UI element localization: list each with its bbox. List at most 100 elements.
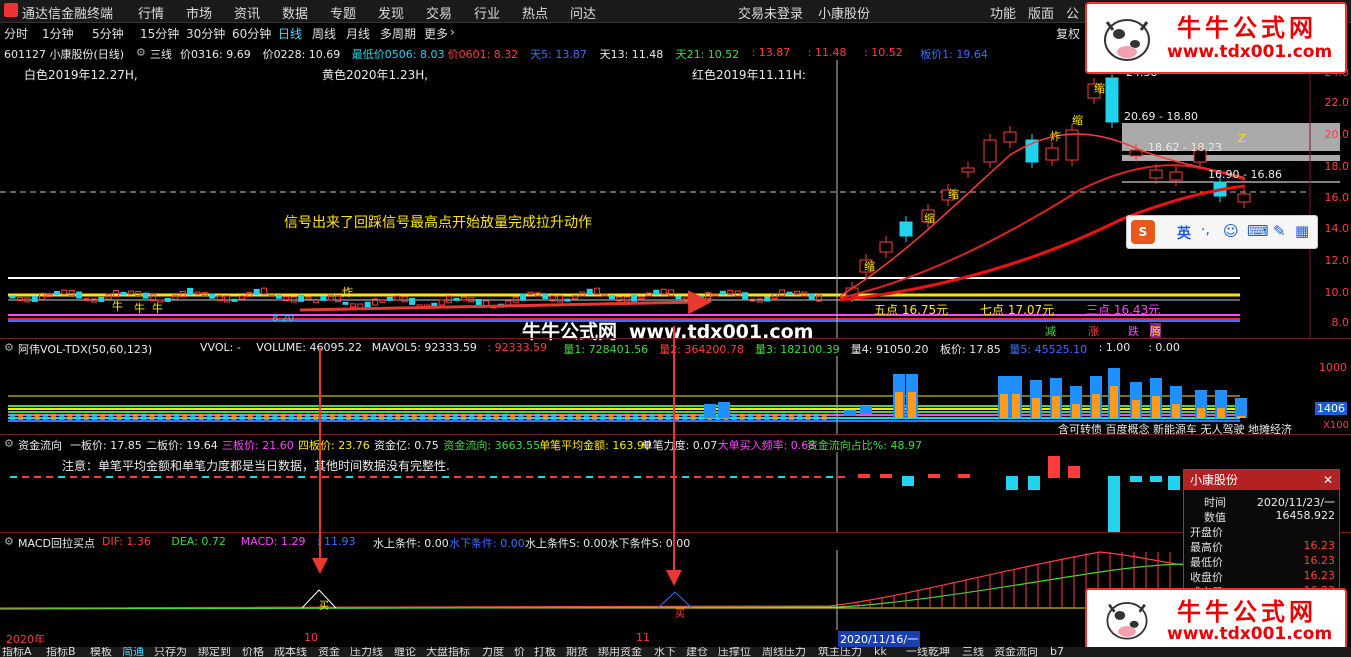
- grid-icon[interactable]: ▦: [1295, 222, 1309, 240]
- bottom-tab[interactable]: 只存为: [154, 647, 187, 657]
- menu-shuju[interactable]: 数据: [282, 3, 308, 22]
- volume-bar: [789, 414, 794, 420]
- bottom-tab[interactable]: 简通: [122, 647, 144, 657]
- volume-bar: [280, 414, 286, 420]
- bottom-tab[interactable]: 期货: [566, 647, 588, 657]
- flow-settings-icon[interactable]: ⚙: [4, 437, 14, 450]
- period-60min[interactable]: 60分钟: [232, 25, 271, 42]
- vol-name[interactable]: 阿伟VOL-TDX(50,60,123): [18, 341, 152, 357]
- period-monthly[interactable]: 月线: [346, 25, 370, 42]
- candle: [961, 167, 975, 173]
- bottom-tab[interactable]: 资金流向: [994, 647, 1038, 657]
- trade-status[interactable]: 交易未登录: [738, 3, 803, 22]
- flow-bar: [310, 476, 317, 478]
- volume-bar: [592, 414, 598, 420]
- volume-bar: [18, 414, 24, 420]
- flow-bar: [1168, 476, 1180, 490]
- ime-punct[interactable]: ·,: [1201, 222, 1210, 238]
- emoji-icon[interactable]: ☺: [1223, 222, 1239, 240]
- bottom-tab[interactable]: 水下: [654, 647, 676, 657]
- bottom-tab[interactable]: 压力线: [350, 647, 383, 657]
- info-panel-stock: 小康股份: [1190, 473, 1239, 487]
- menu-zhuanti[interactable]: 专题: [330, 3, 356, 22]
- sogou-logo-icon[interactable]: S: [1131, 220, 1155, 244]
- bottom-tab[interactable]: 筑主压力: [818, 647, 862, 657]
- menu-zixun[interactable]: 资讯: [234, 3, 260, 22]
- bottom-tab[interactable]: b7: [1050, 647, 1064, 657]
- seven-point-label: 七点 17.07元: [980, 303, 1055, 317]
- pen-icon[interactable]: ✎: [1273, 222, 1286, 240]
- cow-mascot-icon: [1104, 19, 1150, 61]
- info-row-value: 2020/11/23/一: [1256, 496, 1335, 509]
- menu-wenda[interactable]: 问达: [570, 3, 596, 22]
- bottom-tab[interactable]: 指标A: [2, 647, 32, 657]
- candle: [631, 294, 638, 302]
- bottom-tab[interactable]: 压撑位: [718, 647, 751, 657]
- macd-settings-icon[interactable]: ⚙: [4, 535, 14, 548]
- macd-name[interactable]: MACD回拉买点: [18, 535, 95, 551]
- bottom-tab[interactable]: 指标B: [46, 647, 76, 657]
- candle: [899, 221, 913, 237]
- bottom-tab[interactable]: 周线压力: [762, 647, 806, 657]
- menu-gongneng[interactable]: 功能: [990, 3, 1016, 22]
- bottom-tab[interactable]: 绑定到: [198, 647, 231, 657]
- flow-bar: [166, 476, 173, 478]
- bottom-tab[interactable]: 缠论: [394, 647, 416, 657]
- period-fenshi[interactable]: 分时: [4, 25, 28, 42]
- flow-bar: [322, 476, 329, 478]
- period-5min[interactable]: 5分钟: [92, 25, 124, 42]
- keyboard-icon[interactable]: ⌨: [1247, 222, 1269, 240]
- ime-lang[interactable]: 英: [1177, 223, 1191, 243]
- more-chevron-icon[interactable]: ›: [450, 25, 455, 39]
- flow-chart[interactable]: [0, 452, 1351, 532]
- volume-bar: [190, 414, 196, 420]
- menu-hangqing[interactable]: 行情: [138, 3, 164, 22]
- period-30min[interactable]: 30分钟: [186, 25, 225, 42]
- fuquan-button[interactable]: 复权: [1056, 25, 1080, 42]
- dif-line: [0, 551, 1191, 609]
- volume-bar: [436, 414, 442, 420]
- flow-bar: [430, 476, 437, 478]
- bottom-tab[interactable]: 价: [514, 647, 525, 657]
- bottom-tab[interactable]: 一线乾坤: [906, 647, 950, 657]
- flow-bar: [802, 476, 809, 478]
- bottom-tab[interactable]: 三线: [962, 647, 984, 657]
- flow-name[interactable]: 资金流向: [18, 437, 62, 453]
- info-panel-title[interactable]: 小康股份 ✕: [1184, 470, 1339, 490]
- bottom-tab[interactable]: 建仓: [686, 647, 708, 657]
- bottom-tab[interactable]: 模板: [90, 647, 112, 657]
- menu-banmian[interactable]: 版面: [1028, 3, 1054, 22]
- menu-shichang[interactable]: 市场: [186, 3, 212, 22]
- period-daily[interactable]: 日线: [278, 25, 302, 42]
- period-multi[interactable]: 多周期: [380, 25, 416, 42]
- menu-gong[interactable]: 公: [1066, 3, 1079, 22]
- volume-bar: [1172, 404, 1180, 418]
- bottom-tab[interactable]: kk: [874, 647, 887, 657]
- menu-hangye[interactable]: 行业: [474, 3, 500, 22]
- logo-name: 牛牛公式网: [1177, 14, 1317, 42]
- ime-toolbar[interactable]: S 英 ·, ☺ ⌨ ✎ ▦: [1126, 215, 1318, 249]
- period-15min[interactable]: 15分钟: [140, 25, 179, 42]
- period-more[interactable]: 更多: [424, 25, 448, 42]
- bottom-tab[interactable]: 绑用资金: [598, 647, 642, 657]
- bottom-tab[interactable]: 大盘指标: [426, 647, 470, 657]
- vol-settings-icon[interactable]: ⚙: [4, 341, 14, 354]
- close-icon[interactable]: ✕: [1323, 470, 1333, 490]
- volume-bar: [59, 414, 65, 420]
- menu-faxian[interactable]: 发现: [378, 3, 404, 22]
- menu-jiaoyi[interactable]: 交易: [426, 3, 452, 22]
- period-weekly[interactable]: 周线: [312, 25, 336, 42]
- period-1min[interactable]: 1分钟: [42, 25, 74, 42]
- niu-label-1: 牛: [112, 300, 123, 313]
- bottom-tab[interactable]: 成本线: [274, 647, 307, 657]
- candle: [438, 299, 445, 306]
- menu-redian[interactable]: 热点: [522, 3, 548, 22]
- logo-url: www.tdx001.com: [1167, 624, 1333, 644]
- bottom-tab[interactable]: 价格: [242, 647, 264, 657]
- bottom-tab[interactable]: 资金: [318, 647, 340, 657]
- volume-bar: [1072, 404, 1080, 418]
- bottom-tab[interactable]: 力度: [482, 647, 504, 657]
- bottom-tab[interactable]: 打板: [534, 647, 556, 657]
- indicator-settings-icon[interactable]: ⚙: [136, 46, 146, 59]
- kline-chart[interactable]: [0, 60, 1351, 338]
